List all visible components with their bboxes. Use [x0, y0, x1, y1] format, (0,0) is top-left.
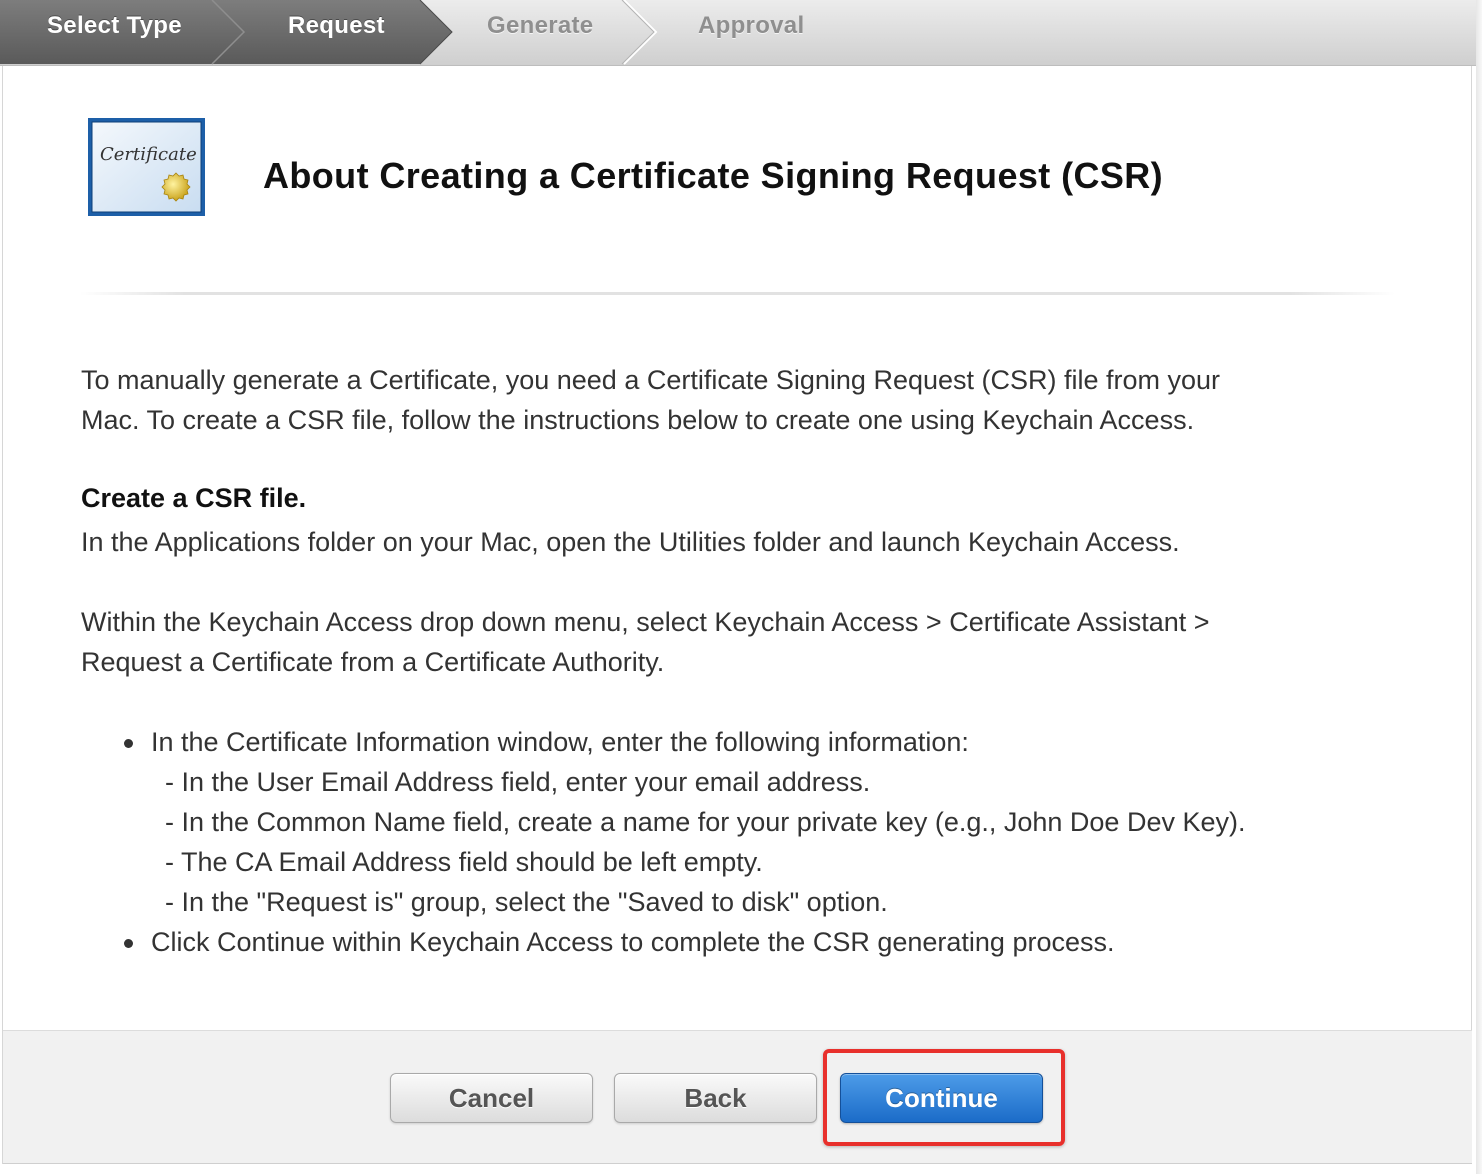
- step-select-type: Select Type: [47, 12, 182, 39]
- step-generate: Generate: [487, 12, 594, 39]
- step-approval: Approval: [698, 12, 805, 39]
- bullet-click-continue: Click Continue within Keychain Access to…: [151, 927, 1115, 957]
- bullet-dot: [124, 739, 133, 748]
- instruction-menu-line-2: Request a Certificate from a Certificate…: [81, 647, 665, 677]
- step-request: Request: [288, 12, 385, 39]
- continue-highlight-annotation: [823, 1049, 1065, 1146]
- section-title: Create a CSR file.: [81, 483, 307, 513]
- back-button[interactable]: Back: [614, 1073, 817, 1123]
- intro-line-2: Mac. To create a CSR file, follow the in…: [81, 405, 1195, 435]
- sub-bullet-common-name: - In the Common Name field, create a nam…: [165, 807, 1246, 837]
- instruction-applications: In the Applications folder on your Mac, …: [81, 527, 1180, 557]
- progress-steps: Select Type Request Generate Approval: [0, 0, 1482, 66]
- bullet-certificate-information: In the Certificate Information window, e…: [151, 727, 969, 757]
- sub-bullet-ca-email: - The CA Email Address field should be l…: [165, 847, 763, 877]
- instruction-menu-line-1: Within the Keychain Access drop down men…: [81, 607, 1210, 637]
- page-title: About Creating a Certificate Signing Req…: [263, 155, 1164, 196]
- certificate-icon: Certificate: [88, 118, 205, 216]
- intro-line-1: To manually generate a Certificate, you …: [81, 365, 1221, 395]
- cancel-button[interactable]: Cancel: [390, 1073, 593, 1123]
- certificate-script-text: Certificate: [100, 144, 197, 165]
- divider: [80, 292, 1395, 295]
- sub-bullet-email: - In the User Email Address field, enter…: [165, 767, 871, 797]
- sub-bullet-request-is: - In the "Request is" group, select the …: [165, 887, 888, 917]
- bullet-dot: [124, 939, 133, 948]
- page-edge: [1476, 0, 1482, 1174]
